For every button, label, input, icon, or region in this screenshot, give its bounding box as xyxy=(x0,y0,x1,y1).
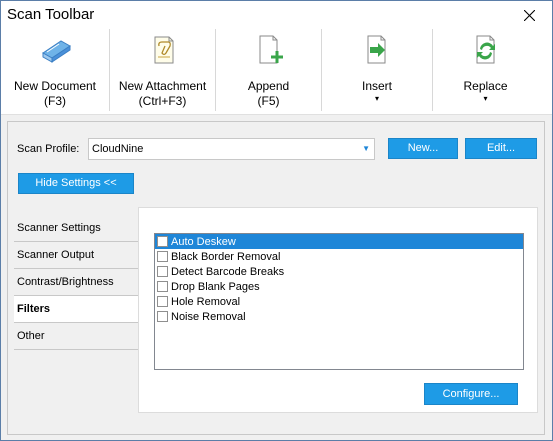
title-bar: Scan Toolbar xyxy=(1,1,552,29)
replace-button[interactable]: Replace ▾ xyxy=(433,29,538,115)
new-document-button[interactable]: New Document (F3) xyxy=(1,29,109,115)
new-profile-button[interactable]: New... xyxy=(388,138,458,159)
list-item[interactable]: Auto Deskew xyxy=(155,234,523,249)
insert-label: Insert xyxy=(361,79,392,93)
checkbox[interactable] xyxy=(157,311,168,322)
new-document-shortcut: (F3) xyxy=(44,94,66,108)
checkbox[interactable] xyxy=(157,266,168,277)
list-item[interactable]: Drop Blank Pages xyxy=(155,279,523,294)
chevron-down-icon: ▾ xyxy=(483,94,488,103)
settings-tabs: Scanner Settings Scanner Output Contrast… xyxy=(14,215,139,350)
configure-button[interactable]: Configure... xyxy=(424,383,518,405)
scan-profile-select[interactable]: CloudNine ▼ xyxy=(88,138,375,160)
filter-label: Hole Removal xyxy=(171,295,241,308)
list-item[interactable]: Detect Barcode Breaks xyxy=(155,264,523,279)
toolbar: New Document (F3) New Attachment (Ctrl+F… xyxy=(1,29,552,115)
insert-button[interactable]: Insert ▾ xyxy=(322,29,432,115)
edit-profile-button[interactable]: Edit... xyxy=(465,138,537,159)
filter-label: Drop Blank Pages xyxy=(171,280,260,293)
tab-other[interactable]: Other xyxy=(14,323,138,350)
scan-toolbar-window: Scan Toolbar New Document (F3) New Attac… xyxy=(0,0,553,441)
new-document-label: New Document xyxy=(13,79,97,93)
filter-label: Noise Removal xyxy=(171,310,246,323)
checkbox[interactable] xyxy=(157,296,168,307)
tab-scanner-settings[interactable]: Scanner Settings xyxy=(14,215,138,242)
new-attachment-label: New Attachment xyxy=(118,79,207,93)
settings-panel: Scan Profile: CloudNine ▼ New... Edit...… xyxy=(7,121,545,435)
filters-list: Auto Deskew Black Border Removal Detect … xyxy=(154,233,524,370)
replace-page-icon xyxy=(476,35,495,64)
hide-settings-button[interactable]: Hide Settings << xyxy=(18,173,134,194)
tab-contrast-brightness[interactable]: Contrast/Brightness xyxy=(14,269,138,296)
append-page-icon xyxy=(259,35,283,64)
new-attachment-button[interactable]: New Attachment (Ctrl+F3) xyxy=(110,29,215,115)
append-label: Append xyxy=(247,79,290,93)
checkbox[interactable] xyxy=(157,251,168,262)
list-item[interactable]: Noise Removal xyxy=(155,309,523,324)
window-title: Scan Toolbar xyxy=(7,6,95,23)
insert-page-icon xyxy=(367,35,386,64)
new-attachment-shortcut: (Ctrl+F3) xyxy=(138,94,187,108)
chevron-down-icon: ▼ xyxy=(362,144,370,153)
tab-scanner-output[interactable]: Scanner Output xyxy=(14,242,138,269)
list-item[interactable]: Hole Removal xyxy=(155,294,523,309)
filter-label: Black Border Removal xyxy=(171,250,281,263)
list-item[interactable]: Black Border Removal xyxy=(155,249,523,264)
chevron-down-icon: ▾ xyxy=(374,94,379,103)
append-button[interactable]: Append (F5) xyxy=(216,29,321,115)
close-button[interactable] xyxy=(506,1,552,29)
tab-filters[interactable]: Filters xyxy=(14,296,139,323)
close-icon xyxy=(523,9,535,21)
scan-profile-value: CloudNine xyxy=(92,143,144,155)
filter-label: Auto Deskew xyxy=(171,235,236,248)
filters-content: Auto Deskew Black Border Removal Detect … xyxy=(138,207,538,413)
filter-label: Detect Barcode Breaks xyxy=(171,265,285,278)
replace-label: Replace xyxy=(463,79,508,93)
scan-profile-label: Scan Profile: xyxy=(17,143,80,155)
attachment-page-icon xyxy=(154,36,173,64)
checkbox[interactable] xyxy=(157,281,168,292)
checkbox[interactable] xyxy=(157,236,168,247)
scanner-icon xyxy=(42,40,71,63)
append-shortcut: (F5) xyxy=(257,94,280,108)
